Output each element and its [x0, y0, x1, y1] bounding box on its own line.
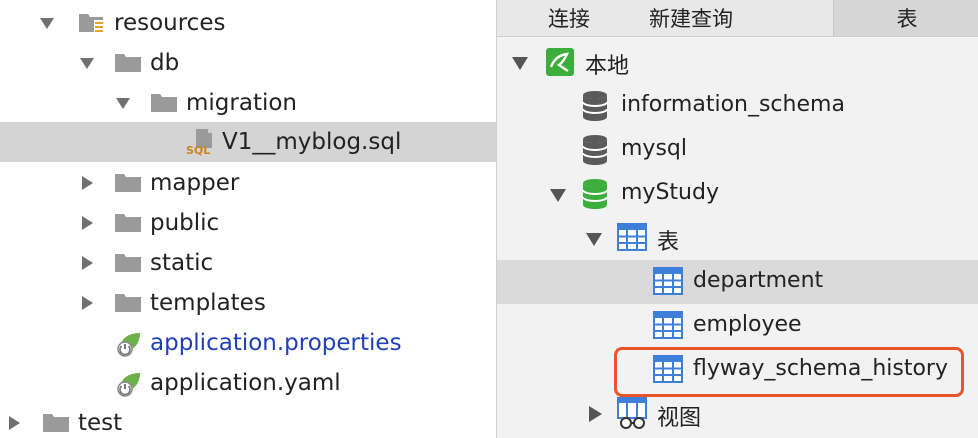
folder-icon — [114, 51, 142, 75]
collapse-arrow-icon[interactable] — [78, 254, 96, 272]
tree-item-database-open[interactable]: myStudy — [497, 172, 978, 216]
database-icon — [581, 134, 609, 172]
tree-item-label: mapper — [150, 170, 240, 196]
tree-item-database[interactable]: information_schema — [497, 84, 978, 128]
tree-item-label: information_schema — [621, 92, 845, 117]
mysql-connection-icon — [545, 47, 575, 83]
tree-item-label: 视图 — [657, 406, 702, 431]
highlight-annotation — [614, 347, 964, 397]
expand-arrow-icon[interactable] — [38, 14, 56, 32]
tree-item-label: V1__myblog.sql — [222, 129, 402, 155]
expand-arrow-icon[interactable] — [78, 54, 96, 72]
spring-config-icon — [114, 369, 146, 397]
collapse-arrow-icon[interactable] — [78, 294, 96, 312]
collapse-arrow-icon[interactable] — [5, 414, 23, 432]
db-navigator-panel: 连接 新建查询 表 本地 information_schema mysql my… — [496, 0, 978, 438]
tree-item-label: public — [150, 210, 220, 236]
tree-item-table[interactable]: employee — [497, 304, 978, 348]
expand-arrow-icon[interactable] — [114, 94, 132, 112]
tree-item-db[interactable]: db — [0, 43, 496, 83]
tree-item-label: resources — [114, 10, 226, 36]
tree-item-sql-file[interactable]: SQL V1__myblog.sql — [0, 122, 496, 162]
collapse-arrow-icon[interactable] — [587, 404, 603, 429]
tree-item-migration[interactable]: migration — [0, 83, 496, 123]
tree-item-resources[interactable]: resources — [0, 3, 496, 43]
expand-arrow-icon[interactable] — [549, 184, 567, 209]
tree-item-views-group[interactable]: 视图 — [497, 392, 978, 436]
tab-label: 连接 — [548, 7, 590, 31]
tree-item-database[interactable]: mysql — [497, 128, 978, 172]
database-open-icon — [581, 178, 609, 216]
tab-new-query[interactable]: 新建查询 — [635, 0, 747, 36]
spring-config-icon — [114, 329, 146, 357]
folder-icon — [42, 411, 70, 435]
tree-item-label: migration — [186, 90, 298, 116]
screenshot-root: resources db migration SQL V1__myblog.sq… — [0, 0, 978, 438]
database-icon — [581, 90, 609, 128]
tree-item-label: myStudy — [621, 180, 719, 205]
folder-icon — [114, 251, 142, 275]
table-icon — [653, 310, 683, 346]
tree-item-public[interactable]: public — [0, 203, 496, 243]
expand-arrow-icon[interactable] — [511, 52, 529, 77]
tab-connection[interactable]: 连接 — [527, 0, 611, 36]
tree-item-label: templates — [150, 290, 266, 316]
views-group-icon — [617, 396, 649, 436]
expand-arrow-icon[interactable] — [585, 228, 603, 253]
folder-icon — [114, 171, 142, 195]
tree-item-label: application.properties — [150, 330, 402, 356]
tab-label: 表 — [896, 7, 918, 31]
tree-item-label: mysql — [621, 136, 687, 161]
sql-file-icon: SQL — [186, 128, 218, 158]
tab-label: 新建查询 — [649, 7, 733, 31]
resources-folder-icon — [78, 11, 106, 35]
tab-tables[interactable]: 表 — [833, 0, 978, 36]
collapse-arrow-icon[interactable] — [78, 174, 96, 192]
tree-item-static[interactable]: static — [0, 243, 496, 283]
tree-item-application-properties[interactable]: application.properties — [0, 323, 496, 363]
toolbar-tabs: 连接 新建查询 表 — [497, 0, 978, 37]
tree-item-label: test — [78, 410, 123, 436]
folder-icon — [114, 291, 142, 315]
tree-item-templates[interactable]: templates — [0, 283, 496, 323]
tree-item-label: department — [693, 268, 824, 293]
tree-item-label: static — [150, 250, 214, 276]
tree-item-label: employee — [693, 312, 802, 337]
table-icon — [653, 266, 683, 302]
tree-item-label: 本地 — [585, 54, 630, 79]
tree-item-tables-group[interactable]: 表 — [497, 216, 978, 260]
tree-item-label: db — [150, 50, 180, 76]
folder-icon — [114, 211, 142, 235]
tables-group-icon — [617, 222, 647, 258]
tree-item-label: 表 — [657, 230, 680, 255]
tree-item-connection[interactable]: 本地 — [497, 40, 978, 84]
sql-badge: SQL — [186, 144, 211, 157]
tree-item-application-yaml[interactable]: application.yaml — [0, 363, 496, 403]
tree-item-mapper[interactable]: mapper — [0, 163, 496, 203]
folder-icon — [150, 91, 178, 115]
project-tree-panel: resources db migration SQL V1__myblog.sq… — [0, 0, 496, 438]
tree-item-label: application.yaml — [150, 370, 341, 396]
tree-item-table[interactable]: department — [497, 260, 978, 304]
collapse-arrow-icon[interactable] — [78, 214, 96, 232]
tree-item-test[interactable]: test — [0, 403, 496, 438]
